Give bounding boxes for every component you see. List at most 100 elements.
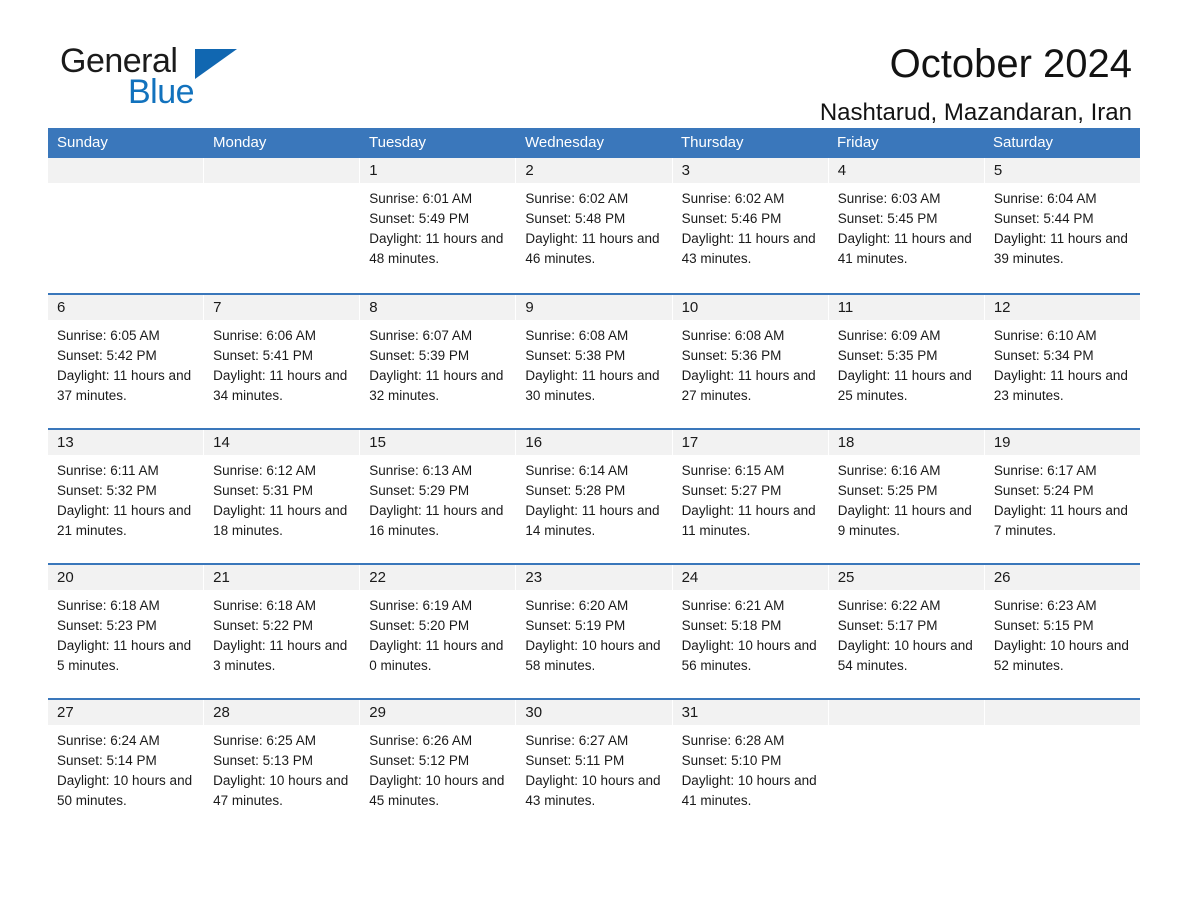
day-cell[interactable]: 20 Sunrise: 6:18 AM Sunset: 5:23 PM Dayl… <box>48 565 205 698</box>
weekday-header-sunday: Sunday <box>57 134 108 151</box>
sunrise-text: Sunrise: 6:02 AM <box>525 191 629 206</box>
day-info: Sunrise: 6:08 AM Sunset: 5:36 PM Dayligh… <box>673 320 828 406</box>
sunrise-text: Sunrise: 6:25 AM <box>213 733 316 748</box>
daylight-text: Daylight: 11 hours and 18 minutes. <box>213 503 348 538</box>
day-number: 29 <box>360 700 516 725</box>
day-info: Sunrise: 6:09 AM Sunset: 5:35 PM Dayligh… <box>829 320 984 406</box>
sunrise-text: Sunrise: 6:19 AM <box>369 598 473 613</box>
day-info: Sunrise: 6:15 AM Sunset: 5:27 PM Dayligh… <box>673 455 828 541</box>
day-cell[interactable]: 12 Sunrise: 6:10 AM Sunset: 5:34 PM Dayl… <box>984 295 1140 428</box>
sunrise-text: Sunrise: 6:16 AM <box>837 463 941 478</box>
day-cell[interactable]: 23 Sunrise: 6:20 AM Sunset: 5:19 PM Dayl… <box>516 565 673 698</box>
daylight-text: Daylight: 11 hours and 32 minutes. <box>369 368 504 403</box>
calendar-week-row: 27 Sunrise: 6:24 AM Sunset: 5:14 PM Dayl… <box>48 698 1140 833</box>
day-info: Sunrise: 6:26 AM Sunset: 5:12 PM Dayligh… <box>360 725 515 811</box>
sunset-text: Sunset: 5:42 PM <box>57 348 157 363</box>
sunrise-text: Sunrise: 6:27 AM <box>525 733 629 748</box>
day-cell[interactable]: 14 Sunrise: 6:12 AM Sunset: 5:31 PM Dayl… <box>204 430 361 563</box>
daylight-text: Daylight: 11 hours and 3 minutes. <box>213 638 348 673</box>
sunrise-text: Sunrise: 6:01 AM <box>369 191 473 206</box>
calendar-week-row: 20 Sunrise: 6:18 AM Sunset: 5:23 PM Dayl… <box>48 563 1140 698</box>
day-cell[interactable]: 7 Sunrise: 6:06 AM Sunset: 5:41 PM Dayli… <box>204 295 361 428</box>
day-info: Sunrise: 6:28 AM Sunset: 5:10 PM Dayligh… <box>673 725 828 811</box>
daylight-text: Daylight: 11 hours and 5 minutes. <box>57 638 192 673</box>
day-info: Sunrise: 6:19 AM Sunset: 5:20 PM Dayligh… <box>360 590 515 676</box>
day-cell[interactable]: 18 Sunrise: 6:16 AM Sunset: 5:25 PM Dayl… <box>828 430 985 563</box>
day-cell[interactable]: 2 Sunrise: 6:02 AM Sunset: 5:48 PM Dayli… <box>516 158 673 293</box>
sunrise-text: Sunrise: 6:04 AM <box>993 191 1097 206</box>
day-cell[interactable]: 4 Sunrise: 6:03 AM Sunset: 5:45 PM Dayli… <box>828 158 985 293</box>
day-cell[interactable]: 24 Sunrise: 6:21 AM Sunset: 5:18 PM Dayl… <box>672 565 829 698</box>
day-info: Sunrise: 6:13 AM Sunset: 5:29 PM Dayligh… <box>360 455 515 541</box>
daylight-text: Daylight: 10 hours and 58 minutes. <box>525 638 661 673</box>
day-number: 13 <box>48 430 204 455</box>
day-number: 17 <box>672 430 828 455</box>
day-info: Sunrise: 6:20 AM Sunset: 5:19 PM Dayligh… <box>516 590 671 676</box>
sunset-text: Sunset: 5:39 PM <box>369 348 470 363</box>
sunset-text: Sunset: 5:49 PM <box>369 211 470 226</box>
day-cell[interactable]: 22 Sunrise: 6:19 AM Sunset: 5:20 PM Dayl… <box>360 565 517 698</box>
weekday-header-thursday: Thursday <box>681 134 744 151</box>
sunset-text: Sunset: 5:34 PM <box>993 348 1094 363</box>
daylight-text: Daylight: 11 hours and 9 minutes. <box>837 503 972 538</box>
daylight-text: Daylight: 10 hours and 43 minutes. <box>525 773 661 808</box>
day-cell[interactable] <box>984 700 1140 833</box>
day-number <box>48 158 204 183</box>
calendar-week-row: 1 Sunrise: 6:01 AM Sunset: 5:49 PM Dayli… <box>48 158 1140 293</box>
day-number: 6 <box>48 295 204 320</box>
daylight-text: Daylight: 11 hours and 14 minutes. <box>525 503 660 538</box>
day-number: 24 <box>672 565 828 590</box>
day-cell[interactable]: 6 Sunrise: 6:05 AM Sunset: 5:42 PM Dayli… <box>48 295 205 428</box>
day-cell[interactable]: 26 Sunrise: 6:23 AM Sunset: 5:15 PM Dayl… <box>984 565 1140 698</box>
day-cell[interactable]: 21 Sunrise: 6:18 AM Sunset: 5:22 PM Dayl… <box>204 565 361 698</box>
day-cell[interactable]: 31 Sunrise: 6:28 AM Sunset: 5:10 PM Dayl… <box>672 700 829 833</box>
day-cell[interactable]: 10 Sunrise: 6:08 AM Sunset: 5:36 PM Dayl… <box>672 295 829 428</box>
day-cell[interactable]: 25 Sunrise: 6:22 AM Sunset: 5:17 PM Dayl… <box>828 565 985 698</box>
day-cell[interactable]: 13 Sunrise: 6:11 AM Sunset: 5:32 PM Dayl… <box>48 430 205 563</box>
sunset-text: Sunset: 5:27 PM <box>681 483 782 498</box>
general-blue-logo[interactable]: General Blue <box>48 42 308 112</box>
day-number: 8 <box>360 295 516 320</box>
day-cell[interactable] <box>828 700 985 833</box>
day-cell[interactable]: 15 Sunrise: 6:13 AM Sunset: 5:29 PM Dayl… <box>360 430 517 563</box>
day-cell[interactable]: 17 Sunrise: 6:15 AM Sunset: 5:27 PM Dayl… <box>672 430 829 563</box>
day-info: Sunrise: 6:21 AM Sunset: 5:18 PM Dayligh… <box>673 590 828 676</box>
daylight-text: Daylight: 10 hours and 52 minutes. <box>993 638 1129 673</box>
daylight-text: Daylight: 11 hours and 46 minutes. <box>525 231 660 266</box>
day-cell[interactable]: 30 Sunrise: 6:27 AM Sunset: 5:11 PM Dayl… <box>516 700 673 833</box>
day-cell[interactable]: 8 Sunrise: 6:07 AM Sunset: 5:39 PM Dayli… <box>360 295 517 428</box>
day-cell[interactable]: 5 Sunrise: 6:04 AM Sunset: 5:44 PM Dayli… <box>984 158 1140 293</box>
day-cell[interactable]: 29 Sunrise: 6:26 AM Sunset: 5:12 PM Dayl… <box>360 700 517 833</box>
daylight-text: Daylight: 11 hours and 48 minutes. <box>369 231 504 266</box>
day-cell[interactable]: 1 Sunrise: 6:01 AM Sunset: 5:49 PM Dayli… <box>360 158 517 293</box>
sunset-text: Sunset: 5:20 PM <box>369 618 470 633</box>
day-cell[interactable] <box>48 158 205 293</box>
day-cell[interactable]: 3 Sunrise: 6:02 AM Sunset: 5:46 PM Dayli… <box>672 158 829 293</box>
day-number <box>984 700 1140 725</box>
sunrise-text: Sunrise: 6:23 AM <box>993 598 1097 613</box>
day-cell[interactable]: 11 Sunrise: 6:09 AM Sunset: 5:35 PM Dayl… <box>828 295 985 428</box>
daylight-text: Daylight: 11 hours and 25 minutes. <box>837 368 972 403</box>
day-cell[interactable]: 16 Sunrise: 6:14 AM Sunset: 5:28 PM Dayl… <box>516 430 673 563</box>
sunset-text: Sunset: 5:46 PM <box>681 211 782 226</box>
day-number: 5 <box>984 158 1140 183</box>
sunset-text: Sunset: 5:36 PM <box>681 348 782 363</box>
day-info: Sunrise: 6:25 AM Sunset: 5:13 PM Dayligh… <box>204 725 359 811</box>
daylight-text: Daylight: 11 hours and 27 minutes. <box>681 368 816 403</box>
day-cell[interactable]: 19 Sunrise: 6:17 AM Sunset: 5:24 PM Dayl… <box>984 430 1140 563</box>
day-number: 28 <box>204 700 360 725</box>
calendar-grid: Sunday Monday Tuesday Wednesday Thursday… <box>48 128 1140 833</box>
day-cell[interactable]: 28 Sunrise: 6:25 AM Sunset: 5:13 PM Dayl… <box>204 700 361 833</box>
day-cell[interactable]: 27 Sunrise: 6:24 AM Sunset: 5:14 PM Dayl… <box>48 700 205 833</box>
day-info <box>985 725 1140 731</box>
day-info <box>204 183 359 189</box>
day-info: Sunrise: 6:10 AM Sunset: 5:34 PM Dayligh… <box>985 320 1140 406</box>
day-cell[interactable] <box>204 158 361 293</box>
location-subtitle: Nashtarud, Mazandaran, Iran <box>819 99 1132 126</box>
day-cell[interactable]: 9 Sunrise: 6:08 AM Sunset: 5:38 PM Dayli… <box>516 295 673 428</box>
daylight-text: Daylight: 10 hours and 47 minutes. <box>213 773 349 808</box>
day-number: 11 <box>828 295 984 320</box>
title-block: October 2024 Nashtarud, Mazandaran, Iran <box>308 42 1140 128</box>
daylight-text: Daylight: 11 hours and 39 minutes. <box>993 231 1128 266</box>
sunset-text: Sunset: 5:48 PM <box>525 211 626 226</box>
